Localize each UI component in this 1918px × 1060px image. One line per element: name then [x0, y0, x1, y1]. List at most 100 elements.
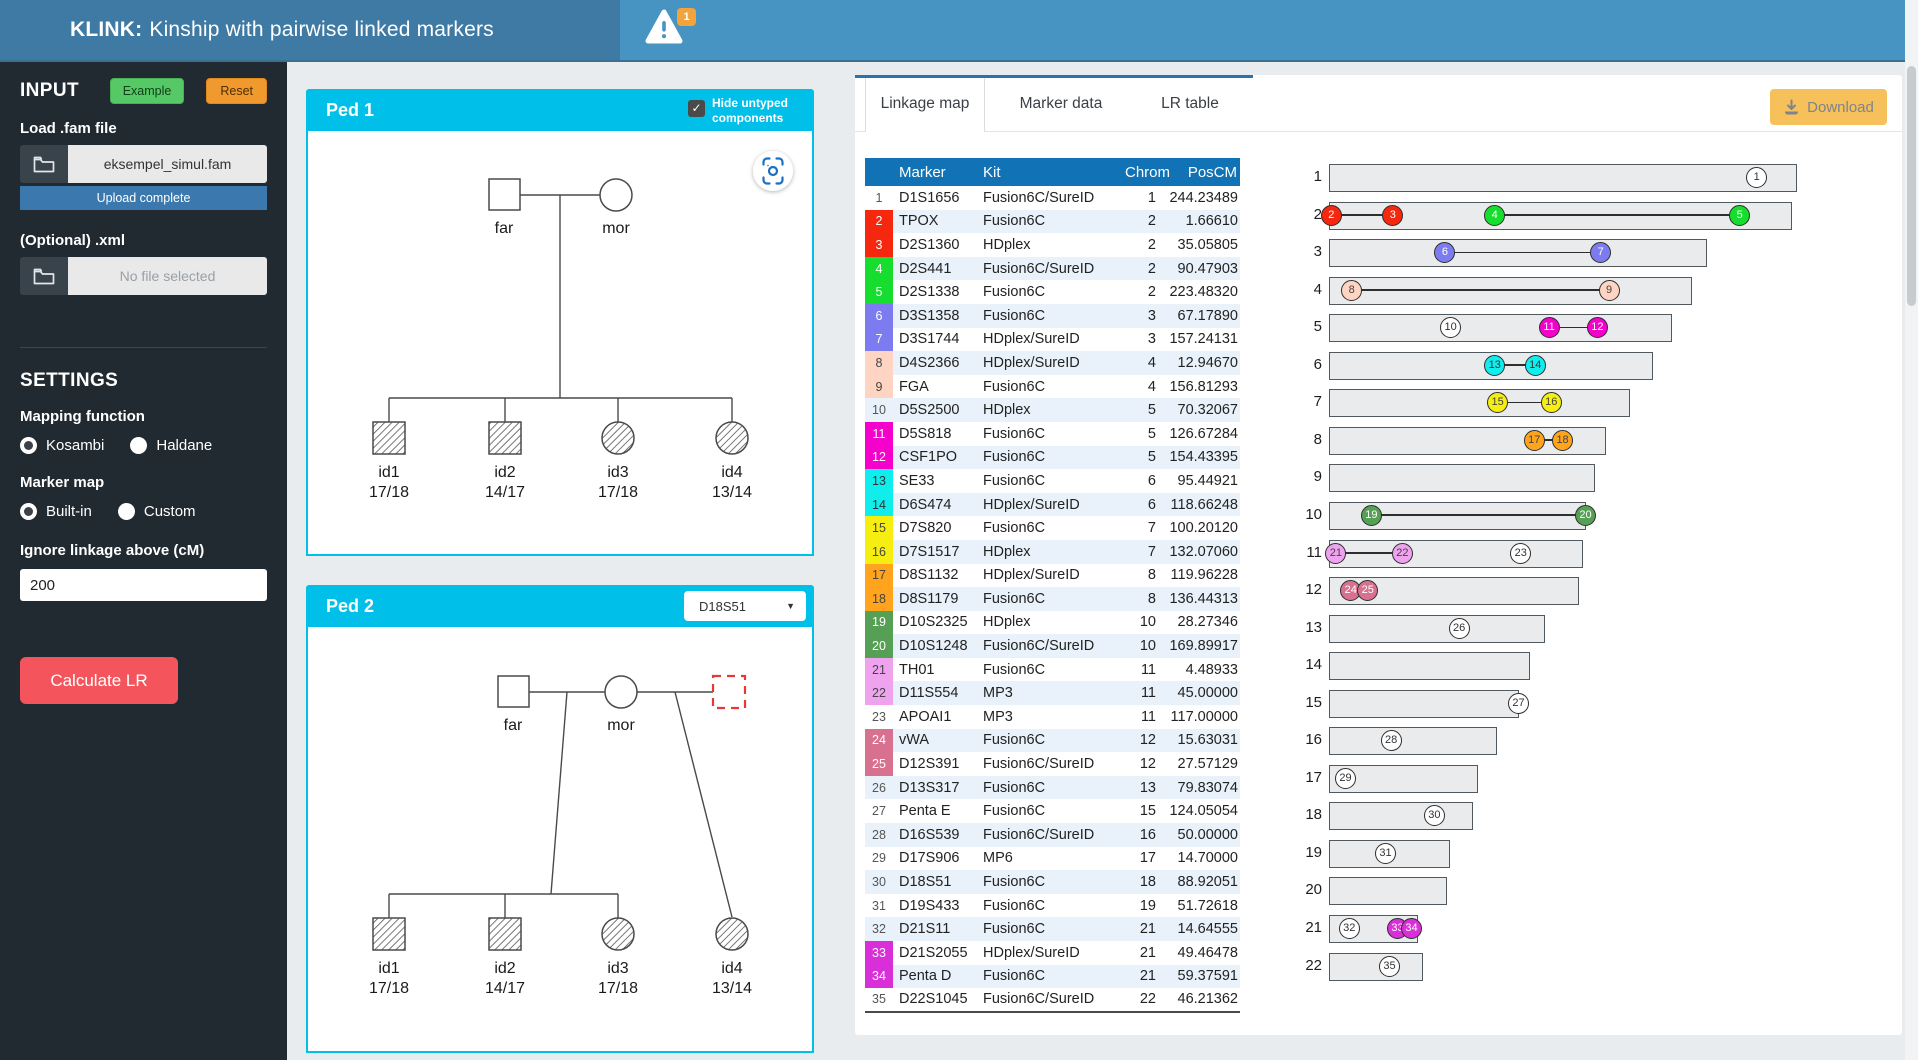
- chromosome-label: 11: [1255, 544, 1322, 561]
- marker-dot-2: 2: [1321, 205, 1342, 226]
- calculate-lr-button[interactable]: Calculate LR: [20, 657, 178, 704]
- xml-placeholder: No file selected: [68, 257, 267, 295]
- scrollbar-thumb[interactable]: [1907, 66, 1916, 306]
- upload-progress-bar: Upload complete: [20, 186, 267, 210]
- folder-browse-icon[interactable]: [20, 257, 68, 295]
- chromosome-bar-22: 35: [1329, 953, 1423, 981]
- ped1-card: Ped 1 ✓ Hide untyped components: [306, 89, 814, 556]
- snapshot-button[interactable]: [753, 151, 793, 191]
- folder-browse-icon[interactable]: [20, 145, 68, 183]
- marker-dot-23: 23: [1510, 543, 1531, 564]
- mother-label: mor: [607, 717, 635, 734]
- linkage-map-plot: 1122345367489510111261314715168171891019…: [855, 75, 1902, 1035]
- ped2-plot: far mor id1 17/18 id2 14/17 id3 17/18 id…: [306, 627, 814, 1053]
- chromosome-bar-21: 323334: [1329, 915, 1418, 943]
- child-genotype: 14/17: [485, 980, 525, 997]
- unknown-father-symbol: [713, 676, 745, 708]
- child-id: id4: [721, 464, 742, 481]
- radio-dot-selected: [20, 437, 37, 454]
- pedigree-lines: [389, 195, 732, 422]
- xml-file-input[interactable]: No file selected: [20, 257, 267, 295]
- page-title: KLINK:Kinship with pairwise linked marke…: [70, 0, 494, 60]
- marker-select-value: D18S51: [699, 599, 746, 614]
- chromosome-label: 6: [1255, 356, 1322, 373]
- marker-dot-8: 8: [1341, 280, 1362, 301]
- mapping-function-label: Mapping function: [20, 408, 267, 425]
- chromosome-label: 9: [1255, 468, 1322, 485]
- tab-lr-table[interactable]: LR table: [1140, 78, 1240, 131]
- hide-untyped-label: Hide untyped components: [712, 96, 806, 126]
- chromosome-bar-12: 2425: [1329, 577, 1579, 605]
- child-genotype: 17/18: [598, 980, 638, 997]
- example-button[interactable]: Example: [110, 78, 185, 104]
- chromosome-label: 5: [1255, 318, 1322, 335]
- fam-file-input[interactable]: eksempel_simul.fam: [20, 145, 267, 183]
- marker-dot-4: 4: [1484, 205, 1505, 226]
- reset-button[interactable]: Reset: [206, 78, 267, 104]
- chromosome-bar-6: 1314: [1329, 352, 1653, 380]
- chromosome-label: 16: [1255, 731, 1322, 748]
- marker-dot-29: 29: [1335, 768, 1356, 789]
- radio-built-in[interactable]: Built-in: [20, 503, 92, 520]
- chromosome-label: 17: [1255, 769, 1322, 786]
- child-symbol-id4: [716, 918, 748, 950]
- marker-dot-12: 12: [1587, 317, 1608, 338]
- radio-dot: [118, 503, 135, 520]
- linkage-line: [1445, 252, 1601, 254]
- linkage-line: [1495, 214, 1740, 216]
- marker-dot-3: 3: [1382, 205, 1403, 226]
- chromosome-label: 19: [1255, 844, 1322, 861]
- child-genotype: 17/18: [369, 980, 409, 997]
- chromosome-bar-15: 27: [1329, 690, 1519, 718]
- tab-linkage-map[interactable]: Linkage map: [865, 78, 985, 132]
- marker-dot-5: 5: [1729, 205, 1750, 226]
- chromosome-bar-5: 101112: [1329, 314, 1672, 342]
- chromosome-bar-18: 30: [1329, 802, 1473, 830]
- child-symbol-id2: [489, 422, 521, 454]
- marker-dot-10: 10: [1440, 317, 1461, 338]
- radio-dot: [130, 437, 147, 454]
- child-genotype: 13/14: [712, 980, 752, 997]
- marker-dot-18: 18: [1552, 430, 1573, 451]
- marker-select-dropdown[interactable]: D18S51 ▼: [684, 591, 806, 621]
- child-id: id2: [494, 464, 515, 481]
- app-subtitle: Kinship with pairwise linked markers: [149, 18, 494, 41]
- warning-notification-button[interactable]: 1: [644, 8, 702, 56]
- ped2-pedigree: far mor id1 17/18 id2 14/17 id3 17/18 id…: [308, 627, 812, 1049]
- radio-label: Built-in: [46, 503, 92, 520]
- settings-heading: SETTINGS: [20, 370, 267, 392]
- marker-map-label: Marker map: [20, 474, 267, 491]
- hide-untyped-checkbox[interactable]: ✓: [688, 100, 705, 117]
- ped1-plot: far mor id1 17/18 id2 14/17 id3 17/18 id…: [306, 131, 814, 556]
- chromosome-bar-17: 29: [1329, 765, 1478, 793]
- marker-dot-9: 9: [1599, 280, 1620, 301]
- child-id: id2: [494, 960, 515, 977]
- child-id: id1: [378, 464, 399, 481]
- ped2-card: Ped 2 D18S51 ▼: [306, 585, 814, 1053]
- marker-dot-19: 19: [1361, 505, 1382, 526]
- mother-label: mor: [602, 220, 630, 237]
- child-genotype: 17/18: [369, 484, 409, 501]
- chromosome-bar-14: [1329, 652, 1530, 680]
- mother-symbol: [600, 179, 632, 211]
- radio-kosambi[interactable]: Kosambi: [20, 437, 104, 454]
- linkage-cutoff-input[interactable]: [20, 569, 267, 601]
- chromosome-bar-20: [1329, 877, 1447, 905]
- ped1-title: Ped 1: [326, 89, 374, 131]
- chromosome-bar-16: 28: [1329, 727, 1497, 755]
- child-id: id1: [378, 960, 399, 977]
- chromosome-label: 3: [1255, 243, 1322, 260]
- marker-dot-20: 20: [1575, 505, 1596, 526]
- chromosome-label: 14: [1255, 656, 1322, 673]
- marker-dot-21: 21: [1325, 543, 1346, 564]
- marker-dot-35: 35: [1379, 956, 1400, 977]
- tab-marker-data[interactable]: Marker data: [995, 78, 1127, 131]
- page-scrollbar[interactable]: [1905, 0, 1918, 1060]
- chevron-down-icon: ▼: [786, 601, 795, 611]
- ped1-pedigree: far mor id1 17/18 id2 14/17 id3 17/18 id…: [308, 131, 812, 552]
- fam-file-label: Load .fam file: [20, 120, 267, 137]
- chromosome-bar-9: [1329, 464, 1595, 492]
- marker-dot-32: 32: [1339, 918, 1360, 939]
- radio-custom[interactable]: Custom: [118, 503, 196, 520]
- radio-haldane[interactable]: Haldane: [130, 437, 212, 454]
